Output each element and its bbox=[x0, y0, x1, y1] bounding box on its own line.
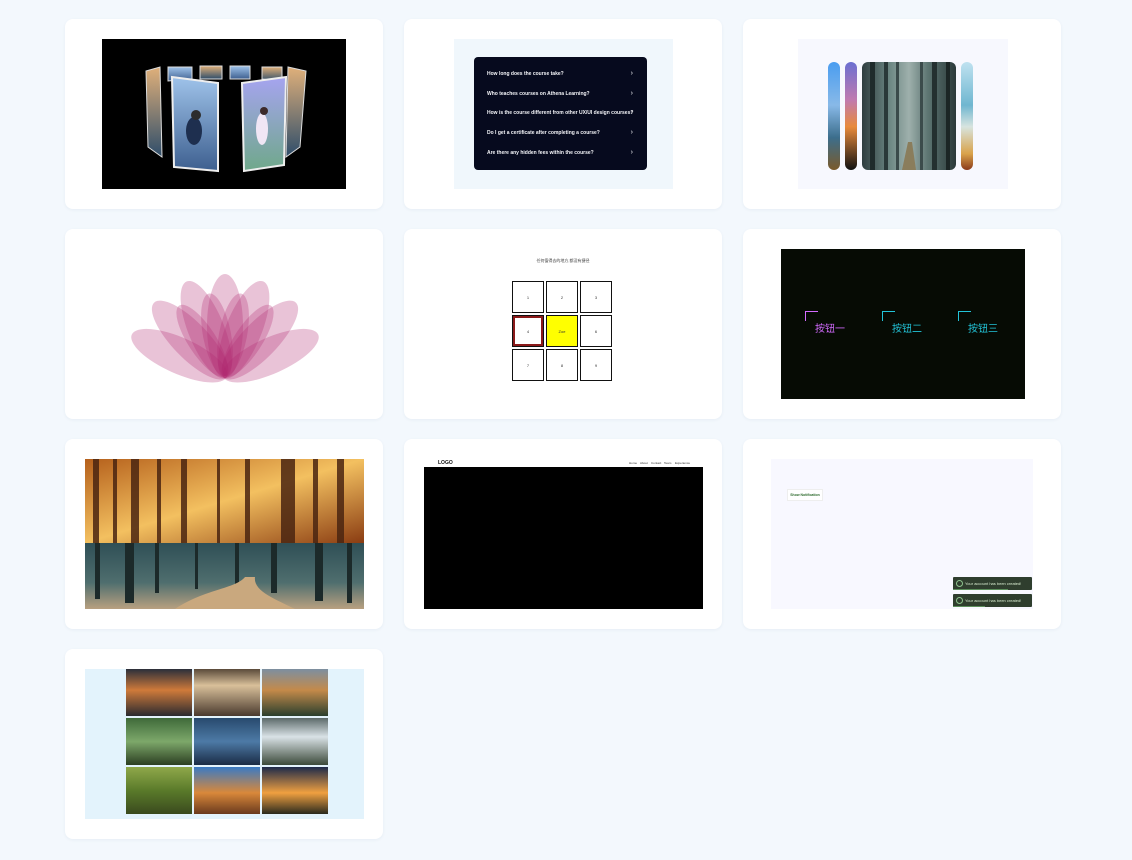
card-landing-page[interactable]: LOGO Home About Contact Team Experience bbox=[404, 439, 722, 629]
card-image-gallery[interactable] bbox=[65, 649, 383, 839]
faq-question: Who teaches courses on Athena Learning? bbox=[487, 91, 590, 97]
lotus-icon bbox=[131, 274, 319, 383]
expanding-panels-preview bbox=[798, 39, 1008, 189]
gallery-image[interactable] bbox=[262, 767, 328, 814]
card-grid-game[interactable]: 任何值得去的地方,都没有捷径 1 2 3 4 Zoe 6 7 8 9 bbox=[404, 229, 722, 419]
gallery-image[interactable] bbox=[126, 669, 192, 716]
grid-preview: 任何值得去的地方,都没有捷径 1 2 3 4 Zoe 6 7 8 9 bbox=[424, 249, 702, 399]
check-icon bbox=[956, 597, 963, 605]
show-notification-button[interactable]: Show Notification bbox=[787, 489, 823, 501]
grid-cell[interactable]: 7 bbox=[512, 349, 544, 381]
nav-link[interactable]: Contact bbox=[651, 461, 661, 465]
panel-strip[interactable] bbox=[961, 62, 973, 170]
chevron-right-icon: › bbox=[630, 70, 633, 77]
faq-item[interactable]: How long does the course take? › bbox=[487, 69, 633, 79]
faq-question: How is the course different from other U… bbox=[487, 110, 634, 116]
card-forest-split[interactable] bbox=[65, 439, 383, 629]
toast[interactable]: Your account has been created! bbox=[953, 594, 1032, 607]
chevron-right-icon: › bbox=[630, 149, 633, 156]
forest-svg bbox=[870, 62, 950, 170]
grid-title: 任何值得去的地方,都没有捷径 bbox=[536, 258, 590, 263]
toast[interactable]: Your account has been created! bbox=[953, 577, 1032, 590]
toast-progress bbox=[953, 589, 1009, 590]
card-neon-buttons[interactable]: 按钮一 按钮二 按钮三 bbox=[743, 229, 1061, 419]
neon-button[interactable]: 按钮一 bbox=[805, 311, 855, 337]
gallery-image[interactable] bbox=[126, 718, 192, 765]
chevron-right-icon: › bbox=[630, 109, 633, 116]
faq-item[interactable]: Do I get a certificate after completing … bbox=[487, 128, 633, 138]
neon-buttons-preview: 按钮一 按钮二 按钮三 bbox=[781, 249, 1025, 399]
faq-preview: How long does the course take? › Who teac… bbox=[454, 39, 673, 189]
card-carousel-3d[interactable] bbox=[65, 19, 383, 209]
toast-message: Your account has been created! bbox=[965, 581, 1022, 586]
grid-cell-selected[interactable]: 4 bbox=[512, 315, 544, 347]
gallery-image[interactable] bbox=[126, 767, 192, 814]
grid-cell[interactable]: 3 bbox=[580, 281, 612, 313]
gallery-image[interactable] bbox=[262, 718, 328, 765]
card-expanding-panels[interactable] bbox=[743, 19, 1061, 209]
carousel-3d-preview bbox=[102, 39, 346, 189]
nav-link[interactable]: Experience bbox=[675, 461, 690, 465]
toast-progress bbox=[953, 606, 985, 607]
toast-message: Your account has been created! bbox=[965, 598, 1022, 603]
card-faq-accordion[interactable]: How long does the course take? › Who teac… bbox=[404, 19, 722, 209]
panel-active[interactable] bbox=[862, 62, 956, 170]
faq-question: Do I get a certificate after completing … bbox=[487, 130, 600, 136]
faq-item[interactable]: Are there any hidden fees within the cou… bbox=[487, 148, 633, 158]
card-toast-notification[interactable]: Show Notification Your account has been … bbox=[743, 439, 1061, 629]
nav-link[interactable]: Team bbox=[664, 461, 671, 465]
notification-preview: Show Notification Your account has been … bbox=[771, 459, 1033, 609]
check-icon bbox=[956, 580, 963, 588]
faq-question: Are there any hidden fees within the cou… bbox=[487, 150, 594, 156]
gallery-image[interactable] bbox=[194, 767, 260, 814]
panel-strip[interactable] bbox=[828, 62, 840, 170]
grid-cell-highlight[interactable]: Zoe bbox=[546, 315, 578, 347]
faq-item[interactable]: How is the course different from other U… bbox=[487, 108, 633, 118]
site-navbar: LOGO Home About Contact Team Experience bbox=[424, 459, 703, 467]
gallery-preview bbox=[85, 669, 364, 819]
grid-cell[interactable]: 1 bbox=[512, 281, 544, 313]
grid-cell[interactable]: 9 bbox=[580, 349, 612, 381]
site-logo[interactable]: LOGO bbox=[438, 460, 453, 466]
neon-button-label: 按钮三 bbox=[968, 324, 998, 335]
grid-cell[interactable]: 6 bbox=[580, 315, 612, 347]
faq-item[interactable]: Who teaches courses on Athena Learning? › bbox=[487, 89, 633, 99]
lotus-preview bbox=[125, 264, 325, 384]
card-lotus-animation[interactable] bbox=[65, 229, 383, 419]
grid-cell[interactable]: 2 bbox=[546, 281, 578, 313]
neon-button-label: 按钮一 bbox=[815, 324, 845, 335]
nav-link[interactable]: Home bbox=[629, 461, 637, 465]
neon-button[interactable]: 按钮三 bbox=[958, 311, 1008, 337]
nav-link[interactable]: About bbox=[640, 461, 648, 465]
neon-button-label: 按钮二 bbox=[892, 324, 922, 335]
gallery-image[interactable] bbox=[194, 718, 260, 765]
panel-strip[interactable] bbox=[845, 62, 857, 170]
neon-button[interactable]: 按钮二 bbox=[882, 311, 932, 337]
gallery-image[interactable] bbox=[262, 669, 328, 716]
faq-question: How long does the course take? bbox=[487, 71, 564, 77]
grid-cell[interactable]: 8 bbox=[546, 349, 578, 381]
landing-preview: LOGO Home About Contact Team Experience bbox=[424, 459, 703, 609]
forest-split-preview bbox=[85, 459, 364, 609]
forest-split-svg bbox=[85, 459, 364, 609]
chevron-right-icon: › bbox=[630, 129, 633, 136]
gallery-image[interactable] bbox=[194, 669, 260, 716]
chevron-right-icon: › bbox=[630, 90, 633, 97]
carousel-svg bbox=[145, 65, 307, 173]
faq-list: How long does the course take? › Who teac… bbox=[474, 57, 647, 170]
